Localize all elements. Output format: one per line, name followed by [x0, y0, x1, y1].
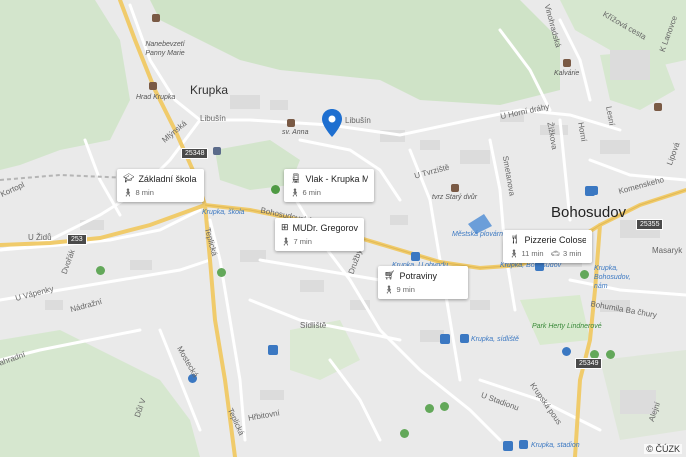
street-label: Libušín	[345, 116, 371, 125]
stop-label: Krupka, sídliště	[471, 336, 519, 343]
walk-icon: 🚶︎	[384, 285, 394, 294]
parking-icon[interactable]	[503, 441, 513, 451]
sport-icon[interactable]	[580, 270, 589, 279]
castle-icon[interactable]	[451, 184, 459, 192]
forest-area-southwest	[0, 330, 200, 457]
card-time: 8 min	[135, 188, 154, 197]
card-name: Základní škola Kr...	[138, 173, 198, 184]
road-shield: 253	[67, 234, 87, 245]
poi-card-medical[interactable]: ⊞ MUDr. Gregorová ... 🚶︎ 7 min	[275, 218, 364, 251]
poi-label: sv. Anna	[282, 129, 309, 136]
street-label: Sídliště	[300, 321, 327, 330]
poi-card-school[interactable]: 🎓︎ Základní škola Kr... 🚶︎ 8 min	[117, 169, 204, 202]
poi-card-restaurant[interactable]: 🍴︎ Pizzerie Coloseum 🚶︎ 11 min 🚗︎ 3 min	[503, 230, 592, 263]
walk-icon: 🚶︎	[509, 249, 519, 258]
card-name: Vlak - Krupka Měs...	[305, 173, 368, 184]
card-time-car: 3 min	[563, 249, 582, 258]
church-icon[interactable]	[152, 14, 160, 22]
attribution[interactable]: © ČÚZK	[644, 444, 682, 454]
place-label-krupka: Krupka	[190, 83, 229, 97]
poi-label: Park Herty Lindnerové	[532, 323, 602, 330]
car-icon: 🚗︎	[550, 249, 561, 258]
card-title: 🍴︎ Pizzerie Coloseum	[509, 234, 586, 245]
school-icon: 🎓︎	[123, 173, 135, 183]
stop-label: Krupka, stadion	[531, 442, 580, 449]
church-icon[interactable]	[654, 103, 662, 111]
card-name: Pizzerie Coloseum	[524, 234, 586, 245]
accessible-icon[interactable]	[562, 347, 571, 356]
card-time: 7 min	[293, 237, 312, 246]
restaurant-icon: 🍴︎	[509, 234, 521, 244]
poi-label: Kalvárie	[554, 70, 580, 77]
walk-icon: 🚶︎	[123, 188, 133, 197]
parking-icon[interactable]	[268, 345, 278, 355]
sport-icon[interactable]	[96, 266, 105, 275]
park-area	[520, 295, 590, 345]
parking-icon[interactable]	[585, 186, 595, 196]
bus-stop-icon[interactable]	[460, 334, 469, 343]
place-label-bohosudov: Bohosudov	[551, 204, 627, 221]
walk-icon: 🚶︎	[281, 237, 291, 246]
church-icon[interactable]	[563, 59, 571, 67]
tree-icon[interactable]	[271, 185, 280, 194]
museum-icon[interactable]	[213, 147, 221, 155]
walk-icon: 🚶︎	[290, 188, 300, 197]
stop-label: Krupka, Bohosudov	[500, 262, 562, 269]
card-time: 11 min	[521, 249, 544, 258]
sport-icon[interactable]	[440, 402, 449, 411]
poi-label: Nanebevzetí Panny Marie	[140, 40, 190, 58]
card-walk-time: 🚶︎ 6 min	[290, 188, 368, 197]
castle-icon[interactable]	[149, 82, 157, 90]
sport-icon[interactable]	[400, 429, 409, 438]
sport-icon[interactable]	[425, 404, 434, 413]
stop-label: Krupka, škola	[202, 209, 245, 216]
card-walk-time: 🚶︎ 7 min	[281, 237, 358, 246]
forest-area-west	[0, 0, 130, 170]
card-walk-time: 🚶︎ 8 min	[123, 188, 198, 197]
road-shield: 25349	[575, 358, 603, 369]
card-walk-time: 🚶︎ 9 min	[384, 285, 462, 294]
card-title: 🎓︎ Základní škola Kr...	[123, 173, 198, 184]
street-label: Libušín	[200, 114, 226, 123]
poi-label: tvrz Starý dvůr	[432, 194, 478, 201]
card-times: 🚶︎ 11 min 🚗︎ 3 min	[509, 249, 586, 258]
street-label: U Židů	[28, 233, 52, 242]
road-shield: 25348	[181, 148, 209, 159]
poi-label: Městská plovárna	[452, 231, 507, 238]
sport-icon[interactable]	[606, 350, 615, 359]
card-time: 6 min	[302, 188, 321, 197]
location-pin-icon[interactable]	[321, 108, 343, 138]
card-time: 9 min	[396, 285, 415, 294]
stop-label: Krupka, Bohosudov, nám	[594, 265, 631, 290]
card-name: Potraviny	[399, 270, 437, 281]
cart-icon: 🛒︎	[384, 270, 396, 280]
poi-card-train[interactable]: 🚆︎ Vlak - Krupka Měs... 🚶︎ 6 min	[284, 169, 374, 202]
medical-icon: ⊞	[281, 222, 289, 232]
train-icon: 🚆︎	[290, 173, 302, 183]
card-name: MUDr. Gregorová ...	[292, 222, 358, 233]
church-icon[interactable]	[287, 119, 295, 127]
bus-stop-icon[interactable]	[411, 252, 420, 261]
poi-label: Hrad Krupka	[136, 94, 176, 101]
poi-label-line: Nanebevzetí Panny Marie	[145, 41, 185, 57]
road-shield: 25355	[636, 219, 664, 230]
street-label: Masaryk	[652, 246, 683, 255]
poi-card-grocery[interactable]: 🛒︎ Potraviny 🚶︎ 9 min	[378, 266, 468, 299]
bus-stop-icon[interactable]	[519, 440, 528, 449]
map-canvas[interactable]: 25348 253 25355 25349 Krupka Bohosudov L…	[0, 0, 686, 457]
sport-icon[interactable]	[217, 268, 226, 277]
parking-icon[interactable]	[440, 334, 450, 344]
card-title: 🚆︎ Vlak - Krupka Měs...	[290, 173, 368, 184]
card-title: ⊞ MUDr. Gregorová ...	[281, 222, 358, 233]
card-title: 🛒︎ Potraviny	[384, 270, 462, 281]
